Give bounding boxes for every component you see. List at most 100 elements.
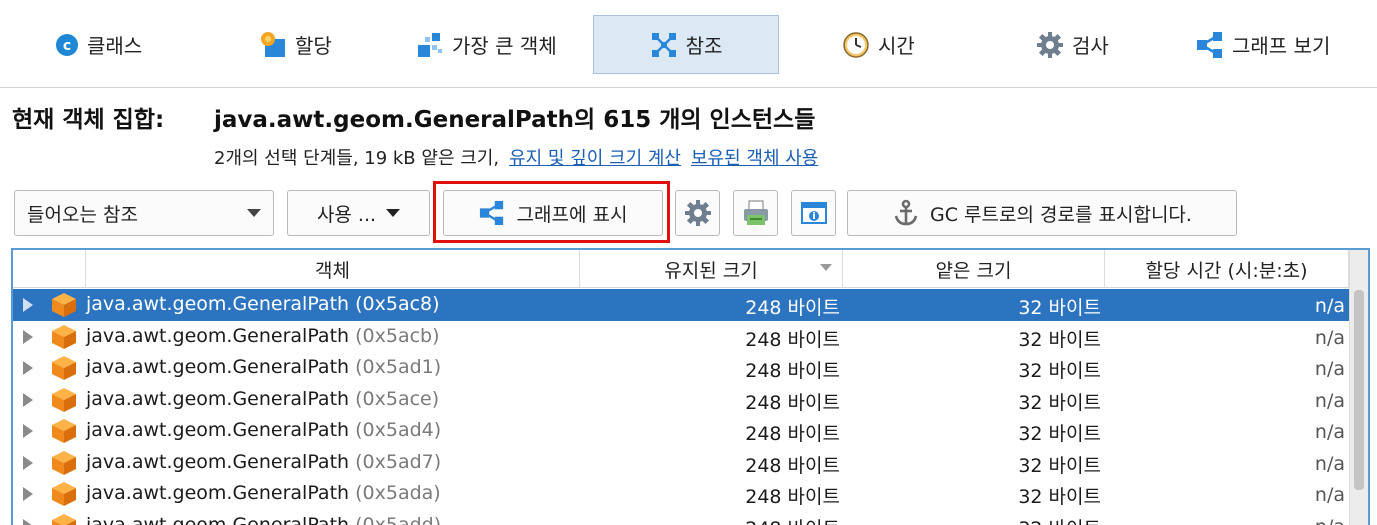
reference-table: 객체 유지된 크기 얕은 크기 할당 시간 (시:분:초) java.awt.g… (11, 248, 1370, 525)
tab-references[interactable]: 참조 (593, 15, 779, 74)
shallow-size-cell: 32 바이트 (1018, 423, 1101, 445)
retained-size-cell: 248 바이트 (745, 360, 840, 382)
gear-icon (1037, 31, 1063, 58)
expand-arrow-icon[interactable] (23, 424, 33, 438)
graph-icon (1197, 31, 1222, 58)
table-row[interactable]: java.awt.geom.GeneralPath (0x5ada) 248 바이… (13, 478, 1349, 510)
printer-icon (743, 200, 768, 225)
tab-graph[interactable]: 그래프 보기 (1196, 15, 1330, 74)
tab-allocations[interactable]: 할당 (259, 15, 332, 74)
show-in-graph-label: 그래프에 표시 (516, 203, 628, 226)
clock-icon (843, 31, 869, 58)
object-class-name: java.awt.geom.GeneralPath (86, 513, 350, 525)
table-row[interactable]: java.awt.geom.GeneralPath (0x5ad1) 248 바이… (13, 352, 1349, 384)
tab-biggest-objects[interactable]: 가장 큰 객체 (416, 15, 557, 74)
table-row[interactable]: java.awt.geom.GeneralPath (0x5ad4) 248 바이… (13, 415, 1349, 447)
object-instance-icon (51, 387, 77, 418)
object-class-name: java.awt.geom.GeneralPath (86, 482, 350, 504)
shallow-size-cell: 32 바이트 (1018, 486, 1101, 508)
expand-arrow-icon[interactable] (23, 298, 33, 312)
object-instance-icon (51, 292, 77, 323)
allocation-icon (261, 31, 285, 57)
gear-icon (684, 200, 711, 226)
object-name-cell: java.awt.geom.GeneralPath (0x5ac8) (86, 293, 440, 315)
vertical-scrollbar[interactable] (1349, 250, 1368, 525)
object-class-name: java.awt.geom.GeneralPath (86, 293, 350, 315)
table-row[interactable]: java.awt.geom.GeneralPath (0x5add) 248 바이… (13, 510, 1349, 525)
calculate-retained-sizes-link[interactable]: 유지 및 깊이 크기 계산 (509, 148, 681, 169)
object-name-cell: java.awt.geom.GeneralPath (0x5ad4) (86, 419, 441, 441)
table-row[interactable]: java.awt.geom.GeneralPath (0x5ad7) 248 바이… (13, 447, 1349, 479)
object-address: (0x5ad4) (355, 419, 442, 441)
column-header-shallow-size[interactable]: 얕은 크기 (843, 250, 1105, 288)
print-button[interactable] (733, 190, 778, 236)
object-class-name: java.awt.geom.GeneralPath (86, 450, 350, 473)
references-icon (651, 32, 676, 57)
column-header-retained-size[interactable]: 유지된 크기 (580, 250, 843, 288)
tab-label: 클래스 (87, 34, 143, 58)
use-label: 사용 ... (316, 203, 377, 226)
object-address: (0x5ac8) (355, 293, 440, 315)
allocation-time-cell: n/a (1315, 516, 1345, 525)
expand-arrow-icon[interactable] (23, 392, 33, 407)
scrollbar-thumb[interactable] (1354, 290, 1364, 490)
expand-arrow-icon[interactable] (23, 487, 33, 501)
shallow-size-cell: 32 바이트 (1018, 360, 1101, 382)
retained-size-cell: 248 바이트 (745, 486, 840, 508)
object-instance-icon (51, 355, 77, 386)
object-instance-icon (51, 481, 77, 512)
show-in-graph-button[interactable]: 그래프에 표시 (443, 190, 663, 236)
object-instance-icon (51, 418, 77, 449)
class-icon: c (56, 33, 78, 56)
object-class-name: java.awt.geom.GeneralPath (86, 419, 350, 441)
object-name-cell: java.awt.geom.GeneralPath (0x5ace) (86, 388, 439, 410)
table-row[interactable]: java.awt.geom.GeneralPath (0x5ac8) 248 바이… (13, 289, 1349, 321)
object-address: (0x5ace) (355, 387, 440, 410)
info-window-button[interactable] (791, 190, 836, 236)
object-name-cell: java.awt.geom.GeneralPath (0x5acb) (86, 325, 440, 347)
object-address: (0x5ada) (355, 482, 441, 504)
shallow-size-cell: 32 바이트 (1018, 391, 1101, 414)
retained-size-cell: 248 바이트 (745, 454, 840, 477)
svg-text:c: c (63, 38, 71, 54)
chevron-down-icon (247, 209, 261, 217)
reference-type-select[interactable]: 들어오는 참조 (14, 190, 274, 236)
retained-size-header-label: 유지된 크기 (664, 259, 758, 282)
tab-classes[interactable]: c 클래스 (55, 15, 142, 74)
shallow-size-cell: 32 바이트 (1018, 454, 1101, 477)
summary-text: 2개의 선택 단계들, 19 kB 얕은 크기, (214, 148, 500, 169)
settings-button[interactable] (675, 190, 720, 236)
table-row[interactable]: java.awt.geom.GeneralPath (0x5ace) 248 바이… (13, 384, 1349, 416)
object-address: (0x5add) (355, 513, 442, 525)
tab-time[interactable]: 시간 (842, 15, 915, 74)
allocation-time-cell: n/a (1314, 484, 1345, 506)
view-tab-bar: c 클래스 할당 가장 큰 객체 참조 시간 검사 그래프 보기 (0, 0, 1377, 88)
shallow-size-cell: 32 바이트 (1018, 297, 1101, 319)
retained-size-cell: 248 바이트 (745, 514, 840, 525)
tab-label: 참조 (685, 34, 723, 58)
expand-arrow-icon[interactable] (23, 518, 33, 525)
expander-column-header (13, 250, 86, 288)
show-gc-root-paths-button[interactable]: GC 루트로의 경로를 표시합니다. (847, 190, 1237, 236)
object-set-label: 현재 객체 집합: (12, 107, 165, 133)
retained-size-cell: 248 바이트 (745, 297, 840, 319)
column-header-object[interactable]: 객체 (86, 250, 580, 288)
expand-arrow-icon[interactable] (23, 455, 33, 470)
object-name-cell: java.awt.geom.GeneralPath (0x5ad1) (86, 356, 441, 378)
tab-label: 검사 (1072, 34, 1109, 58)
object-class-name: java.awt.geom.GeneralPath (86, 387, 350, 410)
dropdown-arrow-icon (386, 209, 401, 217)
object-instance-icon (51, 450, 77, 481)
object-address: (0x5acb) (355, 324, 440, 347)
use-retained-objects-link[interactable]: 보유된 객체 사용 (691, 148, 818, 169)
shallow-size-cell: 32 바이트 (1018, 328, 1101, 351)
expand-arrow-icon[interactable] (23, 361, 33, 375)
object-address: (0x5ad1) (355, 356, 442, 378)
column-header-allocation-time[interactable]: 할당 시간 (시:분:초) (1105, 250, 1349, 288)
use-menu-button[interactable]: 사용 ... (287, 190, 430, 236)
tab-label: 할당 (295, 34, 332, 58)
table-row[interactable]: java.awt.geom.GeneralPath (0x5acb) 248 바이… (13, 321, 1349, 353)
expand-arrow-icon[interactable] (23, 329, 33, 344)
tab-inspections[interactable]: 검사 (1036, 15, 1109, 74)
info-window-icon (800, 202, 827, 224)
